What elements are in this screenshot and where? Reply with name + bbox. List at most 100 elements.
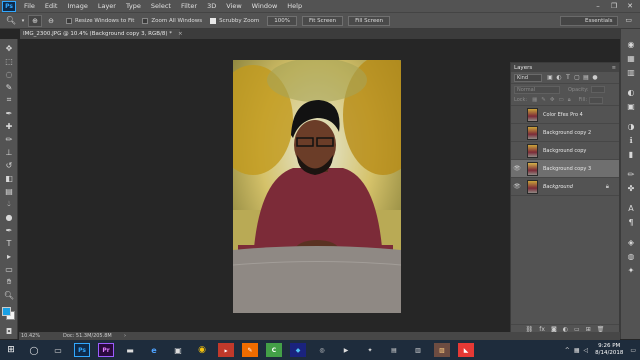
lock-pixels-icon[interactable]: ▦ — [532, 97, 537, 103]
menu-select[interactable]: Select — [146, 0, 176, 12]
app-icon[interactable]: ▤ — [386, 343, 402, 357]
app-icon[interactable]: ◣ — [458, 343, 474, 357]
layer-row-background[interactable]: 👁︎ Background 🔒︎ — [511, 178, 619, 196]
smart-object-filter-icon[interactable]: ▤ — [582, 74, 590, 82]
app-icon[interactable]: ▥ — [410, 343, 426, 357]
layer-row-background-copy-3[interactable]: 👁︎ Background copy 3 — [511, 160, 619, 178]
app-icon[interactable]: ▶ — [218, 343, 234, 357]
layers-panel-icon[interactable]: ◈ — [626, 237, 636, 247]
dodge-tool-icon[interactable]: ● — [3, 212, 15, 222]
histogram-panel-icon[interactable]: ▮ — [626, 149, 636, 159]
chrome-icon[interactable]: ◉ — [194, 343, 210, 357]
document-image[interactable] — [233, 60, 401, 313]
app-icon[interactable]: ◆ — [290, 343, 306, 357]
fit-screen-button[interactable]: Fit Screen — [301, 15, 344, 26]
pen-tool-icon[interactable]: ✒ — [3, 225, 15, 235]
chevron-up-icon[interactable]: ^ — [565, 347, 570, 354]
app-icon[interactable]: ✦ — [362, 343, 378, 357]
maximize-icon[interactable]: ❐ — [606, 0, 622, 12]
zoom-tool-icon[interactable]: 🔍︎ — [4, 15, 18, 27]
fill-field[interactable] — [589, 96, 604, 104]
scrubby-zoom-checkbox[interactable]: Scrubby Zoom — [210, 17, 259, 24]
volume-icon[interactable]: ◁ — [584, 347, 589, 354]
history-brush-tool-icon[interactable]: ↺ — [3, 160, 15, 170]
notification-icon[interactable]: ▭ — [630, 347, 636, 354]
blur-tool-icon[interactable]: 💧︎ — [3, 199, 15, 209]
document-tab[interactable]: IMG_2300.JPG @ 10.4% (Background copy 3,… — [20, 29, 183, 39]
workspace-icon[interactable]: ▭ — [625, 16, 632, 24]
workspace-select[interactable]: Essentials — [560, 16, 618, 26]
minimize-icon[interactable]: – — [590, 0, 606, 12]
layer-row-background-copy-2[interactable]: Background copy 2 — [511, 124, 619, 142]
pixel-filter-icon[interactable]: ▣ — [546, 74, 554, 82]
app-icon[interactable]: ▨ — [434, 343, 450, 357]
lock-move-icon[interactable]: ✥ — [550, 97, 555, 103]
eraser-tool-icon[interactable]: ◧ — [3, 173, 15, 183]
menu-type[interactable]: Type — [121, 0, 146, 12]
paragraph-panel-icon[interactable]: ¶ — [626, 217, 636, 227]
type-tool-icon[interactable]: T — [3, 238, 15, 248]
lock-all-icon[interactable]: 🔒︎ — [568, 97, 571, 104]
character-panel-icon[interactable]: A — [626, 203, 636, 213]
search-icon[interactable]: ◯ — [22, 340, 46, 360]
menu-layer[interactable]: Layer — [93, 0, 121, 12]
filter-toggle-icon[interactable]: ● — [591, 74, 599, 82]
clone-stamp-tool-icon[interactable]: ⊥ — [3, 147, 15, 157]
hand-tool-icon[interactable]: ✋︎ — [3, 277, 15, 287]
color-panel-icon[interactable]: ◉ — [626, 39, 636, 49]
zoom-all-windows-checkbox[interactable]: Zoom All Windows — [142, 17, 202, 24]
canvas-area[interactable] — [19, 39, 509, 332]
layer-row-background-copy[interactable]: Background copy — [511, 142, 619, 160]
adjustments-panel-icon[interactable]: ◐ — [626, 87, 636, 97]
network-icon[interactable]: ▦ — [574, 347, 580, 354]
clock[interactable]: 9:26 PM 8/14/2018 — [595, 343, 623, 357]
menu-3d[interactable]: 3D — [202, 0, 221, 12]
app-icon[interactable]: ◎ — [314, 343, 330, 357]
layers-panel-title[interactable]: Layers — [514, 65, 532, 71]
chevron-right-icon[interactable]: › — [124, 332, 126, 340]
resize-windows-checkbox[interactable]: Resize Windows to Fit — [66, 17, 134, 24]
path-select-tool-icon[interactable]: ▸ — [3, 251, 15, 261]
info-panel-icon[interactable]: ℹ — [626, 135, 636, 145]
menu-file[interactable]: File — [19, 0, 40, 12]
media-icon[interactable]: ▶ — [338, 343, 354, 357]
fill-screen-button[interactable]: Fill Screen — [348, 15, 391, 26]
folder-icon[interactable]: ▬ — [122, 343, 138, 357]
menu-edit[interactable]: Edit — [40, 0, 63, 12]
quick-mask-icon[interactable]: ◘ — [3, 326, 15, 336]
marquee-tool-icon[interactable]: ⬚ — [3, 56, 15, 66]
move-tool-icon[interactable]: ✥ — [3, 43, 15, 53]
layer-row-color-efex[interactable]: Color Efex Pro 4 — [511, 106, 619, 124]
eye-icon[interactable]: 👁︎ — [511, 165, 523, 172]
edge-icon[interactable]: e — [146, 343, 162, 357]
close-tab-icon[interactable]: × — [178, 31, 183, 37]
properties-panel-icon[interactable]: ◑ — [626, 121, 636, 131]
store-icon[interactable]: ▣ — [170, 343, 186, 357]
kind-filter-select[interactable]: Kind — [514, 73, 542, 82]
crop-tool-icon[interactable]: ⌗ — [3, 95, 15, 105]
libraries-panel-icon[interactable]: ▥ — [626, 67, 636, 77]
adjustment-filter-icon[interactable]: ◐ — [555, 74, 563, 82]
app-icon[interactable]: ✎ — [242, 343, 258, 357]
premiere-taskbar-icon[interactable]: Pr — [98, 343, 114, 357]
close-icon[interactable]: ✕ — [622, 0, 638, 12]
quick-select-tool-icon[interactable]: ✎ — [3, 82, 15, 92]
type-filter-icon[interactable]: T — [564, 74, 572, 82]
windows-start-icon[interactable]: ⊞ — [0, 340, 22, 360]
lasso-tool-icon[interactable]: ◌ — [3, 69, 15, 79]
opacity-field[interactable] — [590, 86, 605, 93]
eye-icon[interactable]: 👁︎ — [511, 183, 523, 190]
eyedropper-tool-icon[interactable]: ✒ — [3, 108, 15, 118]
brush-tool-icon[interactable]: ✏ — [3, 134, 15, 144]
menu-filter[interactable]: Filter — [176, 0, 202, 12]
photoshop-taskbar-icon[interactable]: Ps — [74, 343, 90, 357]
healing-brush-tool-icon[interactable]: ✚ — [3, 121, 15, 131]
swatches-panel-icon[interactable]: ▦ — [626, 53, 636, 63]
brush-panel-icon[interactable]: ✏ — [626, 169, 636, 179]
panel-menu-icon[interactable]: ≡ — [612, 65, 616, 71]
menu-view[interactable]: View — [221, 0, 246, 12]
task-view-icon[interactable]: ▭ — [50, 343, 66, 357]
menu-image[interactable]: Image — [62, 0, 92, 12]
styles-panel-icon[interactable]: ▣ — [626, 101, 636, 111]
gradient-tool-icon[interactable]: ▤ — [3, 186, 15, 196]
